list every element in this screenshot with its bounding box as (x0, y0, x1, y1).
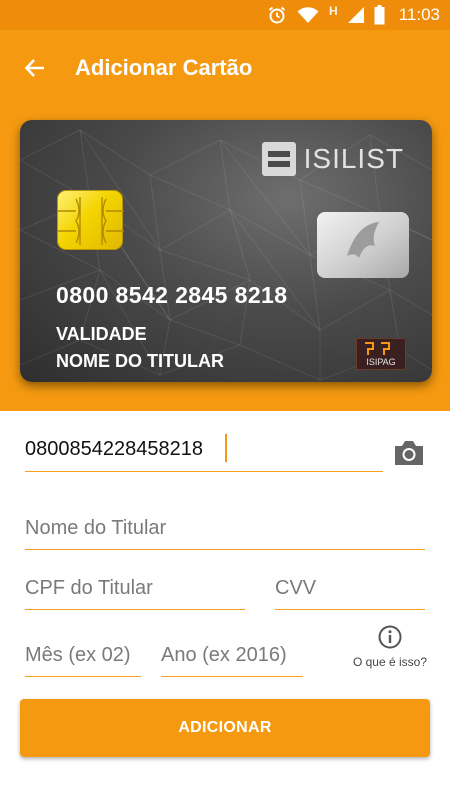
back-button[interactable] (0, 30, 70, 106)
cvv-help-button[interactable]: O que é isso? (343, 625, 437, 675)
expiry-month-input[interactable] (25, 635, 141, 676)
expiry-year-input[interactable] (161, 635, 303, 676)
help-label: O que é isso? (352, 655, 428, 669)
brand-mark-icon (261, 142, 296, 176)
status-time: 11:03 (398, 5, 440, 24)
battery-icon (374, 5, 385, 25)
bird-emblem-icon (347, 222, 379, 258)
card-holder-label: NOME DO TITULAR (56, 351, 224, 371)
credit-card-preview: ISILIST 0800 8542 2845 8218 VALIDADE NOM… (20, 120, 432, 382)
issuer-logo: ISIPAG (356, 338, 406, 370)
add-card-button[interactable]: ADICIONAR (20, 699, 430, 757)
card-brand-logo: ISILIST (261, 142, 404, 176)
camera-icon (395, 441, 423, 465)
status-icons: H 11:03 (267, 0, 440, 30)
arrow-left-icon (24, 59, 44, 77)
card-number-field[interactable] (25, 428, 383, 472)
card-chip (57, 190, 124, 250)
text-caret (225, 434, 227, 462)
chip-icon (58, 197, 124, 245)
cpf-input[interactable] (25, 568, 245, 609)
contactless-emblem (317, 212, 409, 278)
card-validity-label: VALIDADE (56, 324, 147, 344)
wifi-icon (297, 7, 319, 23)
cvv-field[interactable] (275, 568, 425, 610)
signal-icon (347, 7, 364, 23)
network-type-label: H (329, 4, 338, 18)
app-bar: Adicionar Cartão (0, 30, 450, 106)
holder-name-field[interactable] (25, 508, 425, 550)
card-brand-name: ISILIST (303, 143, 404, 174)
issuer-mark-icon (365, 342, 390, 355)
card-number-input[interactable] (25, 428, 383, 471)
alarm-icon (268, 6, 286, 24)
expiry-year-field[interactable] (161, 635, 303, 677)
holder-name-input[interactable] (25, 508, 425, 549)
status-bar: H 11:03 (0, 0, 450, 30)
issuer-name: ISIPAG (366, 357, 396, 367)
card-number-display: 0800 8542 2845 8218 (56, 282, 288, 308)
expiry-month-field[interactable] (25, 635, 141, 677)
cpf-field[interactable] (25, 568, 245, 610)
scan-card-button[interactable] (392, 438, 426, 468)
cvv-input[interactable] (275, 568, 425, 609)
page-title: Adicionar Cartão (75, 55, 253, 80)
info-icon (378, 625, 402, 649)
